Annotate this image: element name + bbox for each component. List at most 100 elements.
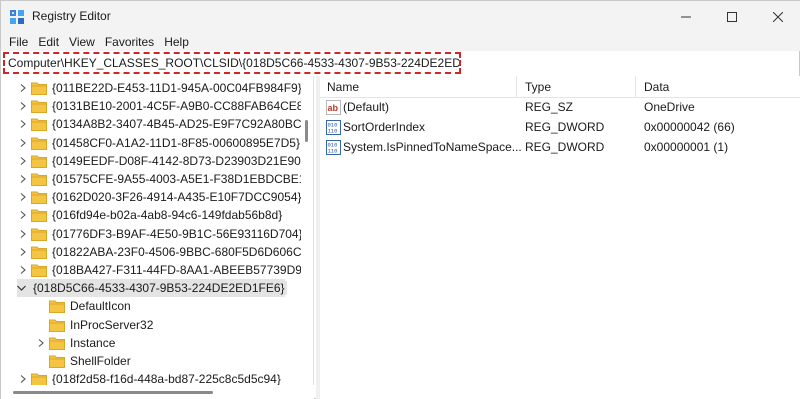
tree-item-label: {0162D020-3F26-4914-A435-E10F7DCC9054}: [52, 190, 302, 205]
maximize-icon: [727, 12, 737, 22]
chevron-right-icon[interactable]: [17, 209, 29, 221]
key-tree[interactable]: {011BE22D-E453-11D1-945A-00C04FB984F9} {0…: [1, 76, 314, 399]
folder-icon: [31, 264, 47, 277]
string-value-icon: ab: [326, 100, 341, 115]
close-icon: [773, 12, 783, 22]
value-data: 0x00000001 (1): [644, 140, 729, 154]
column-header-name[interactable]: Name: [327, 80, 359, 94]
tree-item[interactable]: {011BE22D-E453-11D1-945A-00C04FB984F9}: [17, 79, 304, 97]
tree-item[interactable]: {01458CF0-A1A2-11D1-8F85-00600895E7D5}: [17, 134, 302, 152]
svg-text:110: 110: [328, 128, 338, 135]
tree-item-label: DefaultIcon: [70, 299, 131, 314]
menu-bar: File Edit View Favorites Help: [1, 33, 800, 51]
window-title: Registry Editor: [32, 9, 111, 23]
tree-item[interactable]: {018D5C66-4533-4307-9B53-224DE2ED1FE6}: [17, 279, 287, 298]
chevron-right-icon[interactable]: [17, 264, 29, 276]
value-row[interactable]: ab (Default) REG_SZ OneDrive: [320, 98, 800, 117]
value-row[interactable]: 010 110 System.IsPinnedToNameSpace... REG_D…: [320, 138, 800, 157]
chevron-right-icon[interactable]: [17, 118, 29, 130]
tree-item-label: InProcServer32: [70, 317, 154, 332]
tree-item-label: {01776DF3-B9AF-4E50-9B1C-56E93116D704}: [52, 226, 303, 241]
close-button[interactable]: [755, 1, 800, 33]
chevron-right-icon[interactable]: [17, 228, 29, 240]
title-bar[interactable]: Registry Editor: [1, 1, 800, 33]
column-header-data[interactable]: Data: [644, 80, 669, 94]
tree-item-label: {01458CF0-A1A2-11D1-8F85-00600895E7D5}: [52, 135, 300, 150]
binary-value-icon: 010110: [326, 120, 341, 135]
menu-help[interactable]: Help: [159, 35, 194, 49]
svg-text:ab: ab: [328, 103, 339, 113]
chevron-right-icon[interactable]: [17, 100, 29, 112]
value-type: REG_DWORD: [525, 120, 605, 134]
scrollbar-thumb[interactable]: [13, 391, 213, 394]
folder-icon: [31, 228, 47, 241]
minimize-button[interactable]: [663, 1, 709, 33]
value-type: REG_DWORD: [525, 140, 605, 154]
folder-icon: [31, 246, 47, 259]
chevron-right-icon[interactable]: [17, 191, 29, 203]
value-row[interactable]: 010 110 SortOrderIndex REG_DWORD 0x00000042 …: [320, 118, 800, 137]
column-divider[interactable]: [516, 76, 517, 98]
tree-item[interactable]: ShellFolder: [35, 352, 133, 370]
tree-item[interactable]: InProcServer32: [35, 316, 155, 334]
chevron-right-icon[interactable]: [17, 173, 29, 185]
folder-icon: [49, 337, 65, 350]
value-data: OneDrive: [644, 100, 695, 114]
tree-item-label: {01822ABA-23F0-4506-9BBC-680F5D6D606C}: [52, 244, 306, 259]
tree-item-label: {0131BE10-2001-4C5F-A9B0-CC88FAB64CE8}: [52, 99, 308, 114]
menu-file[interactable]: File: [4, 35, 33, 49]
tree-item[interactable]: {01776DF3-B9AF-4E50-9B1C-56E93116D704}: [17, 225, 305, 243]
tree-item[interactable]: {0131BE10-2001-4C5F-A9B0-CC88FAB64CE8}: [17, 97, 310, 115]
address-bar[interactable]: Computer\HKEY_CLASSES_ROOT\CLSID\{018D5C…: [3, 52, 461, 74]
tree-item[interactable]: {018BA427-F311-44FD-8AA1-ABEEB57739D9}: [17, 261, 308, 279]
chevron-right-icon[interactable]: [17, 155, 29, 167]
tree-item-label: {011BE22D-E453-11D1-945A-00C04FB984F9}: [52, 81, 302, 95]
folder-icon: [31, 155, 47, 168]
tree-item[interactable]: {0162D020-3F26-4914-A435-E10F7DCC9054}: [17, 188, 304, 206]
folder-icon: [49, 355, 65, 368]
folder-icon: [31, 209, 47, 223]
tree-item[interactable]: {01822ABA-23F0-4506-9BBC-680F5D6D606C}: [17, 243, 308, 261]
value-type: REG_SZ: [525, 100, 574, 114]
svg-text:110: 110: [328, 148, 338, 155]
tree-item[interactable]: {0134A8B2-3407-4B45-AD25-E9F7C92A80BC}: [17, 115, 308, 133]
chevron-right-icon[interactable]: [17, 82, 29, 94]
folder-icon: [31, 118, 47, 132]
folder-icon: [31, 191, 47, 205]
tree-item-label: {018BA427-F311-44FD-8AA1-ABEEB57739D9}: [52, 263, 306, 277]
registry-editor-window: Registry Editor File Edit View Favorites…: [0, 0, 800, 399]
folder-icon: [31, 82, 47, 95]
tree-horizontal-scrollbar[interactable]: [1, 385, 314, 399]
value-data: 0x00000042 (66): [644, 120, 735, 134]
list-header: Name Type Data: [320, 76, 800, 98]
tree-item-label: Instance: [70, 335, 116, 350]
folder-icon: [31, 100, 47, 114]
folder-icon: [31, 137, 47, 150]
chevron-right-icon[interactable]: [17, 137, 29, 149]
maximize-button[interactable]: [709, 1, 755, 33]
menu-edit[interactable]: Edit: [33, 35, 64, 49]
chevron-right-icon[interactable]: [17, 246, 29, 258]
chevron-right-icon[interactable]: [35, 337, 47, 349]
tree-item[interactable]: Instance: [35, 334, 117, 352]
scrollbar-thumb[interactable]: [305, 120, 308, 142]
menu-favorites[interactable]: Favorites: [100, 35, 159, 49]
tree-vertical-scrollbar[interactable]: [301, 76, 313, 382]
chevron-right-icon[interactable]: [17, 373, 29, 385]
tree-item-label: {01575CFE-9A55-4003-A5E1-F38D1EBDCBE1}: [52, 172, 310, 186]
tree-item[interactable]: {01575CFE-9A55-4003-A5E1-F38D1EBDCBE1}: [17, 170, 311, 188]
folder-icon: [31, 173, 47, 186]
column-divider[interactable]: [635, 76, 636, 98]
tree-item[interactable]: {0149EEDF-D08F-4142-8D73-D23903D21E90}: [17, 152, 307, 170]
tree-item-label: ShellFolder: [70, 354, 131, 368]
tree-item-label: {018D5C66-4533-4307-9B53-224DE2ED1FE6}: [31, 281, 287, 296]
menu-view[interactable]: View: [64, 35, 100, 49]
chevron-down-icon[interactable]: [17, 282, 26, 294]
tree-item[interactable]: {016fd94e-b02a-4ab8-94c6-149fdab56b8d}: [17, 206, 284, 224]
registry-editor-icon: [10, 10, 24, 24]
tree-item[interactable]: DefaultIcon: [35, 297, 133, 315]
folder-icon: [49, 300, 65, 314]
values-list[interactable]: Name Type Data ab (Default) REG_SZ OneDrive…: [320, 76, 800, 399]
column-header-type[interactable]: Type: [525, 80, 551, 94]
folder-icon: [49, 319, 65, 332]
